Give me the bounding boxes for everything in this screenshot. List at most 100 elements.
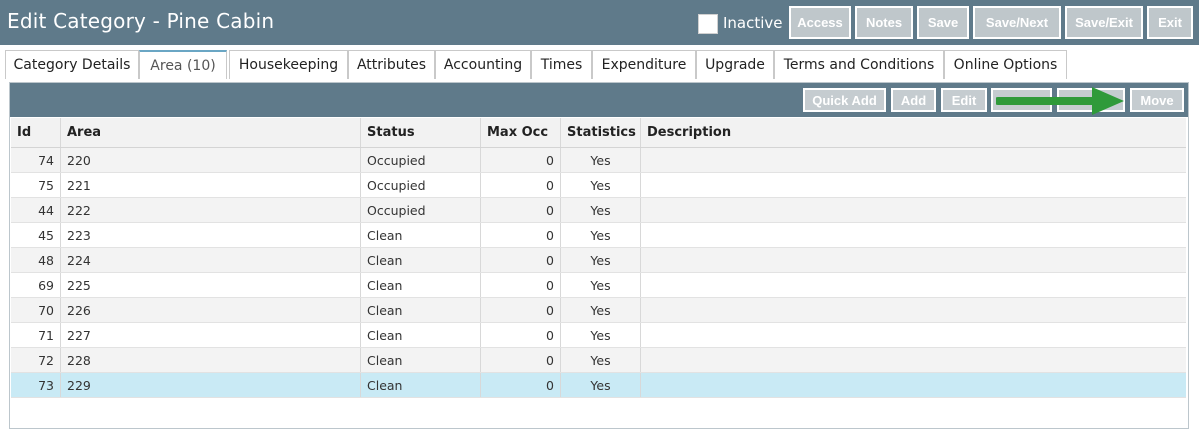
tab-times[interactable]: Times xyxy=(531,50,592,79)
quick-add-button[interactable]: Quick Add xyxy=(803,88,886,112)
table-row[interactable]: 71 227 Clean 0 Yes xyxy=(11,323,1186,348)
cell-max-occ: 0 xyxy=(481,248,561,272)
cell-status: Clean xyxy=(361,373,481,397)
tab-bar: Category Details Area (10) Housekeeping … xyxy=(0,45,1199,79)
cell-description xyxy=(641,173,1186,197)
table-row[interactable]: 73 229 Clean 0 Yes xyxy=(11,373,1186,398)
cell-max-occ: 0 xyxy=(481,198,561,222)
cell-area: 220 xyxy=(61,148,361,172)
cell-status: Clean xyxy=(361,248,481,272)
cell-max-occ: 0 xyxy=(481,323,561,347)
cell-status: Clean xyxy=(361,223,481,247)
tab-accounting[interactable]: Accounting xyxy=(435,50,531,79)
cell-max-occ: 0 xyxy=(481,348,561,372)
tab-category-details[interactable]: Category Details xyxy=(5,50,139,79)
cell-id: 72 xyxy=(11,348,61,372)
tab-expenditure[interactable]: Expenditure xyxy=(592,50,696,79)
cell-id: 70 xyxy=(11,298,61,322)
cell-id: 73 xyxy=(11,373,61,397)
cell-description xyxy=(641,248,1186,272)
save-exit-button[interactable]: Save/Exit xyxy=(1065,6,1143,39)
table-row[interactable]: 75 221 Occupied 0 Yes xyxy=(11,173,1186,198)
cell-id: 71 xyxy=(11,323,61,347)
cell-id: 75 xyxy=(11,173,61,197)
cell-description xyxy=(641,223,1186,247)
cell-status: Clean xyxy=(361,348,481,372)
tab-upgrade[interactable]: Upgrade xyxy=(696,50,774,79)
cell-area: 221 xyxy=(61,173,361,197)
column-header-area[interactable]: Area xyxy=(61,118,361,147)
cell-description xyxy=(641,298,1186,322)
cell-area: 226 xyxy=(61,298,361,322)
cell-max-occ: 0 xyxy=(481,148,561,172)
column-header-status[interactable]: Status xyxy=(361,118,481,147)
cell-id: 69 xyxy=(11,273,61,297)
cell-description xyxy=(641,148,1186,172)
table-row[interactable]: 72 228 Clean 0 Yes xyxy=(11,348,1186,373)
tab-attributes[interactable]: Attributes xyxy=(348,50,435,79)
exit-button[interactable]: Exit xyxy=(1147,6,1193,39)
title-bar: Edit Category - Pine Cabin Inactive Acce… xyxy=(0,0,1199,45)
cell-statistics: Yes xyxy=(561,373,641,397)
cell-max-occ: 0 xyxy=(481,273,561,297)
cell-area: 222 xyxy=(61,198,361,222)
cell-statistics: Yes xyxy=(561,173,641,197)
access-button[interactable]: Access xyxy=(789,6,851,39)
tab-housekeeping[interactable]: Housekeeping xyxy=(229,50,348,79)
page-title: Edit Category - Pine Cabin xyxy=(7,9,275,33)
table-row[interactable]: 48 224 Clean 0 Yes xyxy=(11,248,1186,273)
cell-statistics: Yes xyxy=(561,273,641,297)
cell-description xyxy=(641,198,1186,222)
cell-id: 45 xyxy=(11,223,61,247)
tab-online-options[interactable]: Online Options xyxy=(944,50,1067,79)
cell-description xyxy=(641,273,1186,297)
inactive-checkbox[interactable] xyxy=(698,14,718,34)
cell-statistics: Yes xyxy=(561,223,641,247)
cell-status: Clean xyxy=(361,298,481,322)
cell-statistics: Yes xyxy=(561,323,641,347)
cell-max-occ: 0 xyxy=(481,298,561,322)
cell-description xyxy=(641,323,1186,347)
cell-statistics: Yes xyxy=(561,348,641,372)
table-row[interactable]: 44 222 Occupied 0 Yes xyxy=(11,198,1186,223)
arrow-right-icon xyxy=(996,87,1124,115)
table-row[interactable]: 74 220 Occupied 0 Yes xyxy=(11,148,1186,173)
tab-area[interactable]: Area (10) xyxy=(139,50,227,79)
cell-status: Clean xyxy=(361,323,481,347)
area-panel: Quick Add Add Edit Move Id Area Status M… xyxy=(9,82,1189,429)
cell-id: 44 xyxy=(11,198,61,222)
cell-statistics: Yes xyxy=(561,248,641,272)
move-button[interactable]: Move xyxy=(1130,88,1184,112)
grid-header-row: Id Area Status Max Occ Statistics Descri… xyxy=(11,118,1186,148)
table-row[interactable]: 69 225 Clean 0 Yes xyxy=(11,273,1186,298)
cell-id: 74 xyxy=(11,148,61,172)
cell-status: Occupied xyxy=(361,198,481,222)
edit-button[interactable]: Edit xyxy=(941,88,987,112)
cell-max-occ: 0 xyxy=(481,173,561,197)
cell-status: Clean xyxy=(361,273,481,297)
save-button[interactable]: Save xyxy=(917,6,969,39)
inactive-label: Inactive xyxy=(723,14,783,32)
cell-status: Occupied xyxy=(361,148,481,172)
cell-description xyxy=(641,373,1186,397)
cell-id: 48 xyxy=(11,248,61,272)
table-row[interactable]: 45 223 Clean 0 Yes xyxy=(11,223,1186,248)
notes-button[interactable]: Notes xyxy=(855,6,913,39)
cell-area: 229 xyxy=(61,373,361,397)
cell-max-occ: 0 xyxy=(481,373,561,397)
cell-area: 225 xyxy=(61,273,361,297)
column-header-statistics[interactable]: Statistics xyxy=(561,118,641,147)
column-header-id[interactable]: Id xyxy=(11,118,61,147)
column-header-description[interactable]: Description xyxy=(641,118,1186,147)
table-row[interactable]: 70 226 Clean 0 Yes xyxy=(11,298,1186,323)
add-button[interactable]: Add xyxy=(891,88,936,112)
cell-statistics: Yes xyxy=(561,198,641,222)
cell-statistics: Yes xyxy=(561,298,641,322)
cell-description xyxy=(641,348,1186,372)
column-header-max-occ[interactable]: Max Occ xyxy=(481,118,561,147)
cell-area: 227 xyxy=(61,323,361,347)
tab-terms-and-conditions[interactable]: Terms and Conditions xyxy=(774,50,944,79)
cell-area: 228 xyxy=(61,348,361,372)
save-next-button[interactable]: Save/Next xyxy=(973,6,1061,39)
cell-max-occ: 0 xyxy=(481,223,561,247)
